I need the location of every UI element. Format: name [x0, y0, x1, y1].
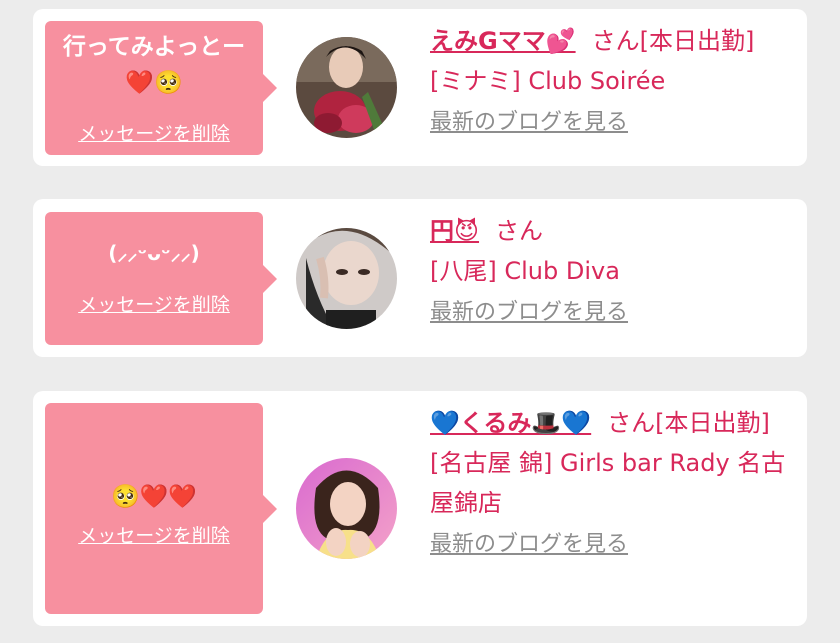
delete-message-link[interactable]: メッセージを削除	[45, 521, 263, 548]
cast-info: えみGママ💕 さん[本日出勤] [ミナミ] Club Soirée 最新のブログを…	[430, 21, 795, 143]
message-card: 🥺❤️❤️ メッセージを削除 💙くるみ🎩💙 さん[本日出勤] [名古屋 錦] Gi…	[33, 391, 807, 626]
cast-info: 円😈 さん [八尾] Club Diva 最新のブログを見る	[430, 211, 795, 333]
message-text: 🥺❤️❤️	[111, 484, 197, 510]
store-name: [名古屋 錦] Girls bar Rady 名古屋錦店	[430, 449, 786, 517]
store-name: [ミナミ] Club Soirée	[430, 67, 666, 95]
store-name: [八尾] Club Diva	[430, 257, 620, 285]
delete-message-link[interactable]: メッセージを削除	[45, 119, 263, 146]
latest-blog-link[interactable]: 最新のブログを見る	[430, 525, 628, 565]
cast-status: さん[本日出勤]	[607, 409, 770, 437]
delete-message-link[interactable]: メッセージを削除	[45, 290, 263, 317]
latest-blog-link[interactable]: 最新のブログを見る	[430, 103, 628, 143]
latest-blog-link[interactable]: 最新のブログを見る	[430, 293, 628, 333]
message-emoji: ❤️🥺	[125, 70, 183, 96]
cast-status: さん[本日出勤]	[591, 27, 755, 55]
message-bubble: 🥺❤️❤️ メッセージを削除	[45, 403, 277, 614]
cast-info: 💙くるみ🎩💙 さん[本日出勤] [名古屋 錦] Girls bar Rady 名古…	[430, 403, 795, 565]
cast-status: さん	[495, 217, 544, 245]
message-bubble: 行ってみよっとー ❤️🥺 メッセージを削除	[45, 21, 277, 155]
message-card: 行ってみよっとー ❤️🥺 メッセージを削除 えみGママ💕 さん[本日出勤] [ミナ…	[33, 9, 807, 166]
avatar[interactable]	[296, 458, 397, 559]
message-text: 行ってみよっとー	[62, 34, 246, 60]
cast-name-link[interactable]: えみGママ💕	[430, 27, 576, 55]
cast-name-link[interactable]: 💙くるみ🎩💙	[430, 409, 591, 437]
message-card: (⸝⸝ᵕᴗᵕ⸝⸝) メッセージを削除 円😈 さん [八尾] Club Diva 最…	[33, 199, 807, 357]
message-text: (⸝⸝ᵕᴗᵕ⸝⸝)	[108, 241, 200, 265]
cast-name-link[interactable]: 円😈	[430, 217, 479, 245]
message-bubble: (⸝⸝ᵕᴗᵕ⸝⸝) メッセージを削除	[45, 212, 277, 345]
avatar[interactable]	[296, 37, 397, 138]
avatar[interactable]	[296, 228, 397, 329]
